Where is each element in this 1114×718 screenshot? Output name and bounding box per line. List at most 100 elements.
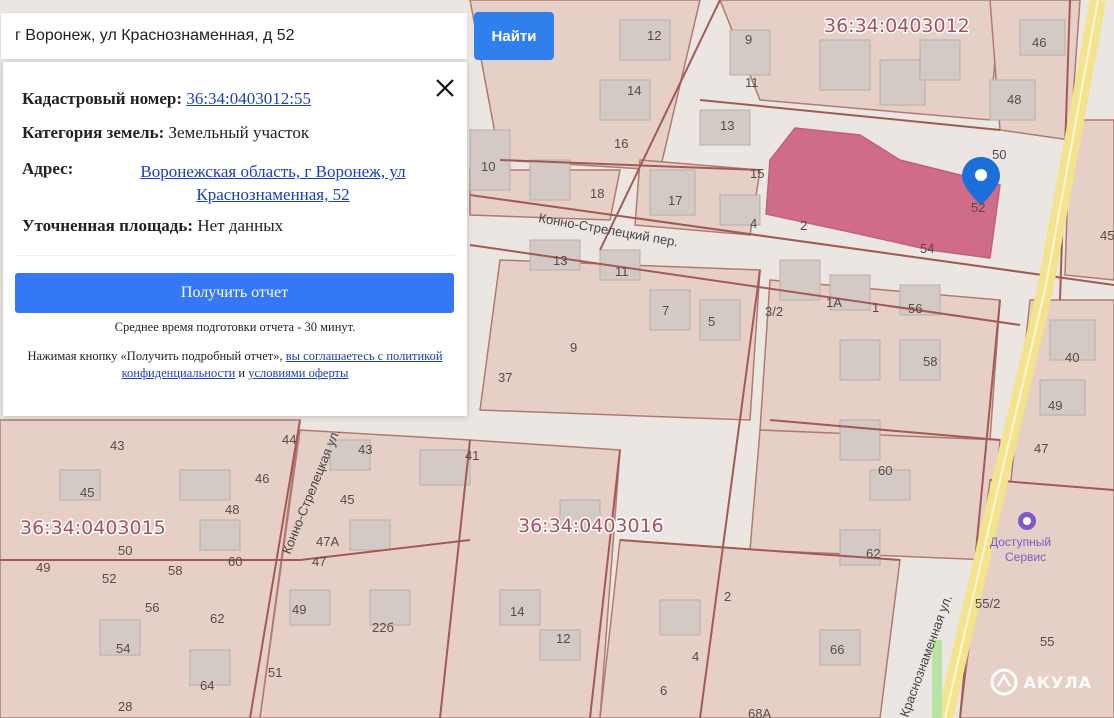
- address-line-2: Краснознаменная, 52: [196, 185, 350, 204]
- svg-text:22б: 22б: [372, 620, 394, 635]
- cadastral-number-row: Кадастровый номер: 36:34:0403012:55: [22, 88, 311, 110]
- area-label: Уточненная площадь:: [22, 216, 194, 235]
- svg-text:43: 43: [110, 438, 124, 453]
- svg-text:10: 10: [481, 159, 495, 174]
- land-category-row: Категория земель: Земельный участок: [22, 122, 309, 144]
- svg-text:45: 45: [80, 485, 94, 500]
- parcel-info-popup: Кадастровый номер: 36:34:0403012:55 Кате…: [3, 62, 467, 416]
- svg-text:45: 45: [1100, 228, 1114, 243]
- svg-text:28: 28: [118, 699, 132, 714]
- svg-text:49: 49: [36, 560, 50, 575]
- svg-text:55/2: 55/2: [975, 596, 1000, 611]
- svg-text:12: 12: [556, 631, 570, 646]
- average-time-text: Среднее время подготовки отчета - 30 мин…: [114, 320, 356, 334]
- svg-text:46: 46: [1032, 35, 1046, 50]
- watermark-text: АКУЛА: [1023, 672, 1092, 692]
- svg-text:4: 4: [750, 216, 757, 231]
- svg-text:49: 49: [1048, 398, 1062, 413]
- svg-text:56: 56: [145, 600, 159, 615]
- svg-text:46: 46: [255, 471, 269, 486]
- svg-text:47А: 47А: [316, 534, 339, 549]
- search-input[interactable]: [1, 26, 467, 46]
- svg-text:9: 9: [570, 340, 577, 355]
- svg-text:54: 54: [920, 241, 934, 256]
- svg-text:Доступный: Доступный: [990, 535, 1051, 549]
- svg-text:14: 14: [510, 604, 524, 619]
- svg-text:51: 51: [268, 665, 282, 680]
- svg-text:48: 48: [1007, 92, 1021, 107]
- svg-text:66: 66: [830, 642, 844, 657]
- address-link[interactable]: Воронежская область, г Воронеж, ул Красн…: [113, 160, 433, 206]
- svg-text:49: 49: [292, 602, 306, 617]
- svg-text:9: 9: [745, 32, 752, 47]
- svg-text:13: 13: [720, 118, 734, 133]
- watermark: АКУЛА: [990, 668, 1092, 696]
- svg-text:7: 7: [662, 303, 669, 318]
- category-label: Категория земель:: [22, 123, 165, 142]
- legal-and: и: [238, 366, 246, 380]
- svg-text:Сервис: Сервис: [1005, 550, 1046, 564]
- address-label-row: Адрес:: [22, 158, 73, 180]
- svg-text:43: 43: [358, 442, 372, 457]
- area-row: Уточненная площадь: Нет данных: [22, 215, 283, 237]
- category-value: Земельный участок: [168, 123, 310, 142]
- svg-text:12: 12: [647, 28, 661, 43]
- svg-text:16: 16: [614, 136, 628, 151]
- svg-text:11: 11: [615, 264, 629, 279]
- svg-text:2: 2: [800, 218, 807, 233]
- svg-text:14: 14: [627, 83, 641, 98]
- search-box[interactable]: [0, 12, 468, 60]
- svg-text:47: 47: [1034, 441, 1048, 456]
- svg-text:17: 17: [668, 193, 682, 208]
- svg-text:48: 48: [225, 502, 239, 517]
- address-label: Адрес:: [22, 159, 74, 178]
- svg-text:50: 50: [992, 147, 1006, 162]
- svg-text:2: 2: [724, 589, 731, 604]
- svg-text:47: 47: [312, 554, 326, 569]
- offer-terms-link[interactable]: условиями оферты: [248, 366, 348, 380]
- svg-text:40: 40: [1065, 350, 1079, 365]
- svg-text:52: 52: [971, 200, 985, 215]
- legal-prefix: Нажимая кнопку «Получить подробный отчет…: [27, 349, 283, 363]
- svg-text:15: 15: [750, 166, 764, 181]
- svg-text:44: 44: [282, 432, 296, 447]
- svg-text:60: 60: [228, 554, 242, 569]
- svg-text:50: 50: [118, 543, 132, 558]
- svg-text:41: 41: [465, 448, 479, 463]
- svg-text:68А: 68А: [748, 706, 771, 718]
- divider: [15, 255, 455, 256]
- search-button[interactable]: Найти: [474, 12, 554, 60]
- svg-text:52: 52: [102, 571, 116, 586]
- svg-text:11: 11: [745, 75, 759, 90]
- svg-text:36:34:0403015: 36:34:0403015: [20, 517, 166, 539]
- svg-text:13: 13: [553, 253, 567, 268]
- svg-text:36:34:0403016: 36:34:0403016: [518, 515, 664, 537]
- svg-text:36:34:0403012: 36:34:0403012: [824, 15, 970, 37]
- svg-text:18: 18: [590, 186, 604, 201]
- svg-text:58: 58: [168, 563, 182, 578]
- svg-text:55: 55: [1040, 634, 1054, 649]
- svg-text:37: 37: [498, 370, 512, 385]
- svg-text:1: 1: [872, 300, 879, 315]
- close-icon[interactable]: [433, 76, 457, 100]
- cadastral-number-link[interactable]: 36:34:0403012:55: [186, 89, 311, 108]
- svg-text:1А: 1А: [826, 295, 842, 310]
- get-report-button[interactable]: Получить отчет: [15, 273, 454, 313]
- svg-text:6: 6: [660, 683, 667, 698]
- svg-text:62: 62: [210, 611, 224, 626]
- svg-text:56: 56: [908, 301, 922, 316]
- svg-text:5: 5: [708, 314, 715, 329]
- legal-notice: Нажимая кнопку «Получить подробный отчет…: [15, 348, 455, 382]
- area-value: Нет данных: [197, 216, 284, 235]
- svg-text:4: 4: [692, 649, 699, 664]
- svg-text:64: 64: [200, 678, 214, 693]
- svg-text:3/2: 3/2: [765, 304, 783, 319]
- svg-text:60: 60: [878, 463, 892, 478]
- cadastral-label: Кадастровый номер:: [22, 89, 183, 108]
- svg-text:45: 45: [340, 492, 354, 507]
- watermark-logo-icon: [990, 668, 1018, 696]
- svg-text:62: 62: [866, 546, 880, 561]
- svg-text:54: 54: [116, 641, 130, 656]
- svg-text:58: 58: [923, 354, 937, 369]
- address-line-1: Воронежская область, г Воронеж, ул: [140, 162, 406, 181]
